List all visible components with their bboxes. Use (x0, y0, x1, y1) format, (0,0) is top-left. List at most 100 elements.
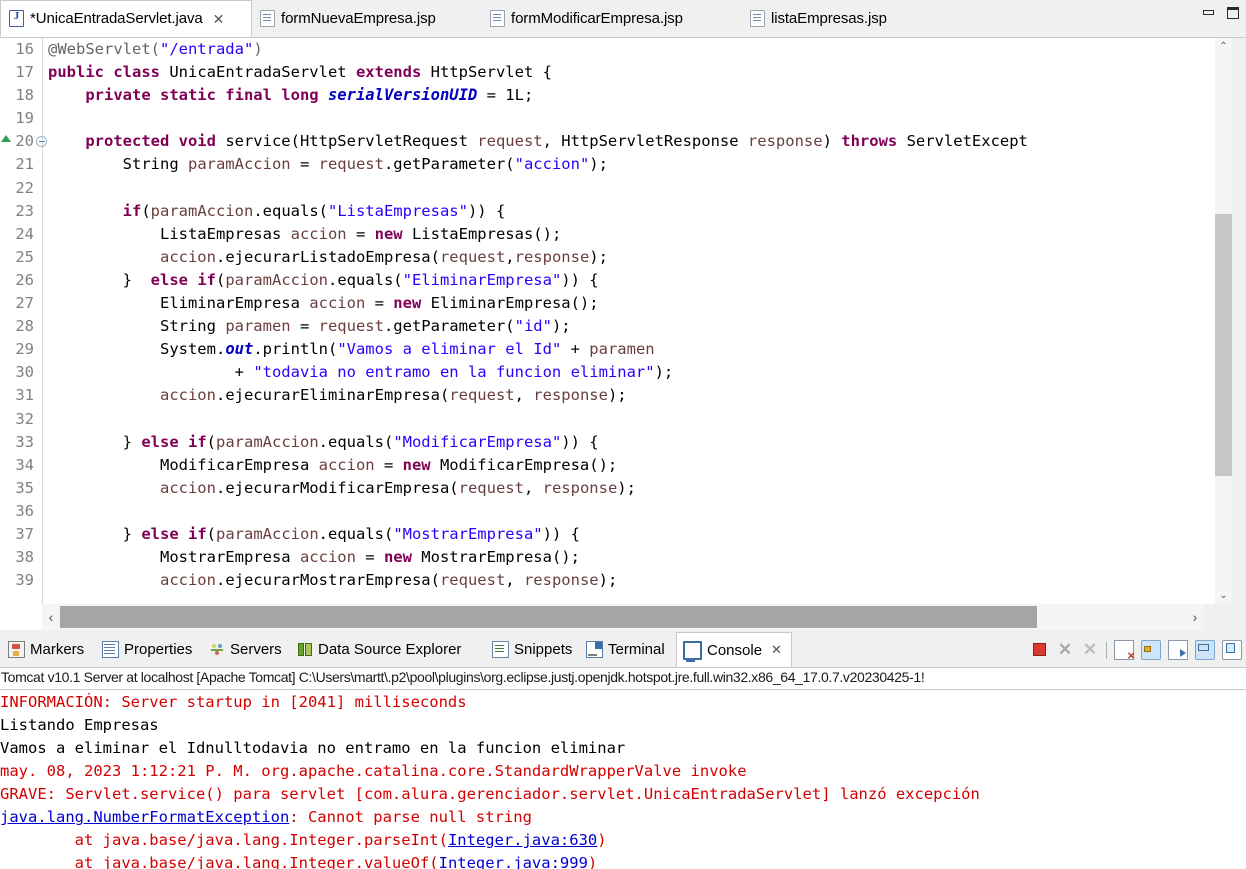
vertical-scroll-thumb[interactable] (1215, 214, 1232, 476)
code-line: 20 protected void service(HttpServletReq… (0, 130, 1200, 153)
code-line-text: String paramen = request.getParameter("i… (48, 317, 571, 336)
console-line: INFORMACIÓN: Server startup in [2041] mi… (0, 693, 467, 711)
stack-trace-link[interactable]: java.lang.NumberFormatException (0, 808, 289, 826)
scroll-up-icon[interactable]: ⌃ (1215, 38, 1232, 55)
code-line-text: System.out.println("Vamos a eliminar el … (48, 340, 655, 359)
code-line-text: } else if(paramAccion.equals("ModificarE… (48, 432, 599, 451)
editor-tab-0[interactable]: *UnicaEntradaServlet.java ✕ (0, 0, 252, 37)
code-line: 32 (0, 408, 1200, 431)
code-line: 16 @WebServlet("/entrada") (0, 38, 1200, 61)
line-number: 39 (15, 571, 34, 590)
code-line-text: accion.ejecurarMostrarEmpresa(request, r… (159, 571, 618, 590)
editor-bottom-left-corner (0, 604, 42, 630)
code-line: 26 } else if(paramAccion.equals("Elimina… (0, 269, 1200, 292)
stack-trace-link[interactable]: Integer.java:630 (448, 831, 597, 849)
code-line-text: protected void service(HttpServletReques… (85, 132, 1028, 151)
code-line: 30 + "todavia no entramo en la funcion e… (0, 361, 1200, 384)
code-line: 25 accion.ejecurarListadoEmpresa(request… (0, 246, 1200, 269)
line-number: 33 (15, 432, 34, 451)
editor-tab-label: formNuevaEmpresa.jsp (281, 10, 436, 27)
console-line: may. 08, 2023 1:12:21 P. M. org.apache.c… (0, 762, 747, 780)
code-line-text: + "todavia no entramo en la funcion elim… (48, 363, 674, 382)
bottom-view-panel: Markers Properties Servers Data Source Expl… (0, 632, 1246, 869)
editor-tab-bar: *UnicaEntradaServlet.java ✕ formNuevaEmpre… (0, 0, 1246, 38)
code-line: 29 System.out.println("Vamos a eliminar … (0, 338, 1200, 361)
maximize-restore-icon[interactable] (1226, 6, 1240, 20)
line-number: 20 (15, 132, 34, 151)
code-editor[interactable]: 16 @WebServlet("/entrada") 17 public class … (0, 38, 1246, 604)
line-number: 23 (15, 201, 34, 220)
view-tab-snippets[interactable]: Snippets (486, 632, 580, 667)
clear-console-button[interactable] (1114, 640, 1135, 663)
remove-launch-button[interactable]: ✕ (1056, 640, 1074, 659)
code-line-text: accion.ejecurarListadoEmpresa(request,re… (159, 247, 608, 266)
stack-trace-link[interactable]: Integer.java:999 (439, 854, 588, 869)
editor-tab-3[interactable]: listaEmpresas.jsp (742, 0, 932, 37)
line-number: 26 (15, 270, 34, 289)
code-line: 38 MostrarEmpresa accion = new MostrarEm… (0, 546, 1200, 569)
scroll-right-icon[interactable]: › (1186, 604, 1204, 630)
line-number: 21 (15, 155, 34, 174)
view-tab-markers[interactable]: Markers (2, 632, 96, 667)
code-line-text: EliminarEmpresa accion = new EliminarEmp… (48, 294, 599, 313)
code-line-text: public class UnicaEntradaServlet extends… (48, 63, 552, 82)
code-line: 19 (0, 107, 1200, 130)
line-number: 36 (15, 501, 34, 520)
editor-tab-label: formModificarEmpresa.jsp (511, 10, 683, 27)
editor-vertical-scrollbar[interactable]: ⌃ ⌄ (1215, 38, 1232, 604)
remove-all-launches-button[interactable]: ✕ (1081, 640, 1099, 659)
jsp-file-icon (750, 10, 765, 27)
code-line: 28 String paramen = request.getParameter… (0, 315, 1200, 338)
view-tab-label: Properties (124, 641, 193, 658)
code-line: 34 ModificarEmpresa accion = new Modific… (0, 454, 1200, 477)
horizontal-scroll-thumb[interactable] (60, 606, 1037, 628)
minimize-icon[interactable] (1202, 6, 1216, 20)
console-line: java.lang.NumberFormatException: Cannot … (0, 808, 532, 826)
code-line-text: String paramAccion = request.getParamete… (48, 155, 608, 174)
editor-horizontal-scrollbar[interactable]: ‹ › (42, 604, 1204, 630)
view-tab-servers[interactable]: Servers (204, 632, 292, 667)
code-line: 39 accion.ejecurarMostrarEmpresa(request… (0, 569, 1200, 592)
word-wrap-button[interactable] (1168, 640, 1188, 660)
close-icon[interactable]: ✕ (213, 12, 225, 26)
terminate-button[interactable] (1031, 641, 1049, 659)
line-number: 16 (15, 40, 34, 58)
close-icon[interactable]: ✕ (771, 642, 782, 658)
console-launch-header: Tomcat v10.1 Server at localhost [Apache… (0, 667, 1246, 689)
code-line: 36 (0, 500, 1200, 523)
view-tab-label: Console (707, 641, 763, 659)
console-line: Listando Empresas (0, 716, 159, 734)
code-text[interactable]: 16 @WebServlet("/entrada") 17 public class … (0, 38, 1200, 592)
view-tab-label: Markers (30, 641, 85, 658)
console-line: at java.base/java.lang.Integer.parseInt(… (0, 831, 607, 849)
code-line: 22 (0, 177, 1200, 200)
line-number: 29 (15, 340, 34, 359)
line-number: 31 (15, 386, 34, 405)
editor-tab-label: *UnicaEntradaServlet.java (30, 10, 203, 27)
code-line: 33 } else if(paramAccion.equals("Modific… (0, 431, 1200, 454)
terminal-icon (586, 641, 603, 658)
view-tab-console[interactable]: Console ✕ (676, 632, 792, 667)
editor-overview-ruler[interactable] (1231, 38, 1246, 604)
line-number: 38 (15, 548, 34, 567)
line-number: 37 (15, 524, 34, 543)
scroll-left-icon[interactable]: ‹ (42, 604, 60, 630)
code-line: 18 private static final long serialVersi… (0, 84, 1200, 107)
view-tab-terminal[interactable]: Terminal (580, 632, 676, 667)
view-tab-properties[interactable]: Properties (96, 632, 204, 667)
scroll-down-icon[interactable]: ⌄ (1215, 587, 1232, 604)
line-number: 32 (15, 409, 34, 428)
code-line: 37 } else if(paramAccion.equals("Mostrar… (0, 523, 1200, 546)
scroll-lock-button[interactable] (1141, 640, 1161, 660)
display-selected-console-button[interactable] (1195, 640, 1215, 660)
line-number: 17 (15, 63, 34, 82)
editor-tab-2[interactable]: formModificarEmpresa.jsp (482, 0, 740, 37)
code-line: 23 if(paramAccion.equals("ListaEmpresas"… (0, 200, 1200, 223)
pin-console-button[interactable] (1222, 640, 1242, 660)
console-line: GRAVE: Servlet.service() para servlet [c… (0, 785, 980, 803)
view-tab-data-source-explorer[interactable]: Data Source Explorer (292, 632, 486, 667)
line-number: 27 (15, 294, 34, 313)
fold-collapse-icon[interactable] (36, 136, 47, 148)
editor-tab-1[interactable]: formNuevaEmpresa.jsp (252, 0, 480, 37)
console-output[interactable]: INFORMACIÓN: Server startup in [2041] mi… (0, 689, 1246, 869)
